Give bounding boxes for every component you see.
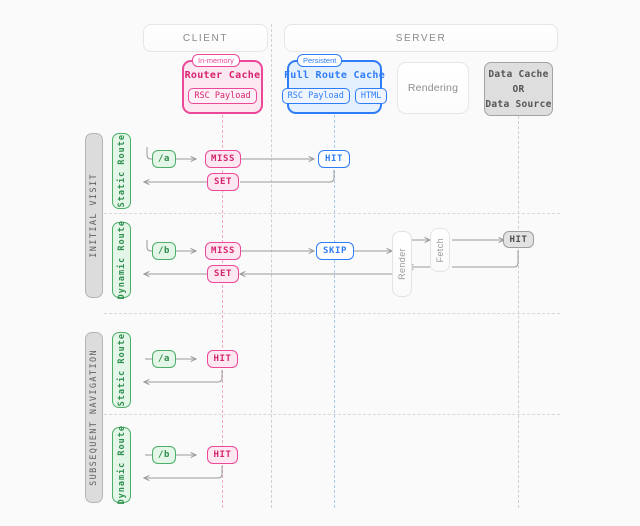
router-cache-tag: In-memory xyxy=(192,54,240,68)
full-route-cache-state-initial-static: HIT xyxy=(318,150,350,168)
zone-header-server-label: SERVER xyxy=(395,32,447,44)
chip-html: HTML xyxy=(354,88,388,104)
request-pill-initial-static[interactable]: /a xyxy=(152,150,176,168)
fetch-box-label: Fetch xyxy=(435,237,445,263)
router-cache-state-initial-static: MISS xyxy=(205,150,241,168)
data-cache-state-initial-dynamic: HIT xyxy=(503,231,534,248)
route-label-text: Static Route xyxy=(116,134,127,208)
section-label-initial-visit-text: INITIAL VISIT xyxy=(89,173,99,258)
route-label-initial-dynamic: Dynamic Route xyxy=(112,220,131,300)
data-cache-title: Data Cache OR Data Source xyxy=(485,67,551,112)
full-route-cache-chips: RSC Payload HTML xyxy=(281,88,388,104)
fetch-box: Fetch xyxy=(430,228,450,272)
chip-rsc-payload: RSC Payload xyxy=(281,88,350,104)
full-route-cache-box: Persistent Full Route Cache RSC Payload … xyxy=(281,54,388,114)
render-box: Render xyxy=(392,231,412,297)
state-label: MISS xyxy=(210,246,236,256)
route-label-text: Dynamic Route xyxy=(116,425,127,505)
lifeline-full-route-cache xyxy=(334,110,335,508)
full-route-cache-state-initial-dynamic: SKIP xyxy=(316,242,354,260)
state-label: HIT xyxy=(213,354,232,364)
state-label: HIT xyxy=(213,450,232,460)
router-cache-box: In-memory Router Cache RSC Payload xyxy=(182,54,263,114)
router-cache-set-initial-static: SET xyxy=(207,173,239,191)
state-label: HIT xyxy=(324,154,344,164)
lifeline-client-server-divider xyxy=(271,24,272,508)
section-separator xyxy=(104,313,560,314)
state-label: HIT xyxy=(509,234,528,245)
rendering-box: Rendering xyxy=(397,62,469,114)
router-cache-set-initial-dynamic: SET xyxy=(207,265,239,283)
route-label-text: Static Route xyxy=(116,333,127,407)
router-cache-state-subsequent-static: HIT xyxy=(207,350,238,368)
chip-rsc-payload: RSC Payload xyxy=(188,88,257,104)
section-label-initial-visit: INITIAL VISIT xyxy=(85,133,103,298)
request-pill-initial-dynamic[interactable]: /b xyxy=(152,242,176,260)
data-cache-box: Data Cache OR Data Source xyxy=(484,62,553,116)
request-pill-label: /a xyxy=(157,154,171,164)
state-label: SET xyxy=(213,269,233,279)
request-pill-label: /a xyxy=(157,354,171,364)
full-route-cache-title: Full Route Cache xyxy=(283,70,386,81)
request-pill-subsequent-static[interactable]: /a xyxy=(152,350,176,368)
route-label-text: Dynamic Route xyxy=(116,220,127,300)
data-cache-line1: Data Cache xyxy=(488,68,549,80)
request-pill-subsequent-dynamic[interactable]: /b xyxy=(152,446,176,464)
lifeline-data-cache xyxy=(518,116,519,508)
row-separator-subsequent xyxy=(104,414,560,415)
caching-diagram: CLIENT SERVER In-memory Router Cache RSC… xyxy=(0,0,640,526)
router-cache-title: Router Cache xyxy=(184,70,261,81)
router-cache-state-subsequent-dynamic: HIT xyxy=(207,446,238,464)
data-cache-line3: Data Source xyxy=(485,98,552,110)
render-box-label: Render xyxy=(397,248,407,280)
zone-header-server: SERVER xyxy=(284,24,558,52)
route-label-subsequent-static: Static Route xyxy=(112,332,131,408)
router-cache-chips: RSC Payload xyxy=(188,88,257,104)
section-label-subsequent-navigation-text: SUBSEQUENT NAVIGATION xyxy=(89,349,99,486)
zone-header-client-label: CLIENT xyxy=(182,32,229,44)
route-label-initial-static: Static Route xyxy=(112,133,131,209)
row-separator-initial xyxy=(104,213,560,214)
full-route-cache-tag: Persistent xyxy=(297,54,343,68)
section-label-subsequent-navigation: SUBSEQUENT NAVIGATION xyxy=(85,332,103,503)
data-cache-line2: OR xyxy=(512,83,525,95)
request-pill-label: /b xyxy=(157,246,171,256)
state-label: SET xyxy=(213,177,233,187)
zone-header-client: CLIENT xyxy=(143,24,268,52)
state-label: MISS xyxy=(210,154,236,164)
router-cache-state-initial-dynamic: MISS xyxy=(205,242,241,260)
route-label-subsequent-dynamic: Dynamic Route xyxy=(112,425,131,505)
rendering-title: Rendering xyxy=(407,82,459,94)
request-pill-label: /b xyxy=(157,450,171,460)
state-label: SKIP xyxy=(322,246,348,256)
